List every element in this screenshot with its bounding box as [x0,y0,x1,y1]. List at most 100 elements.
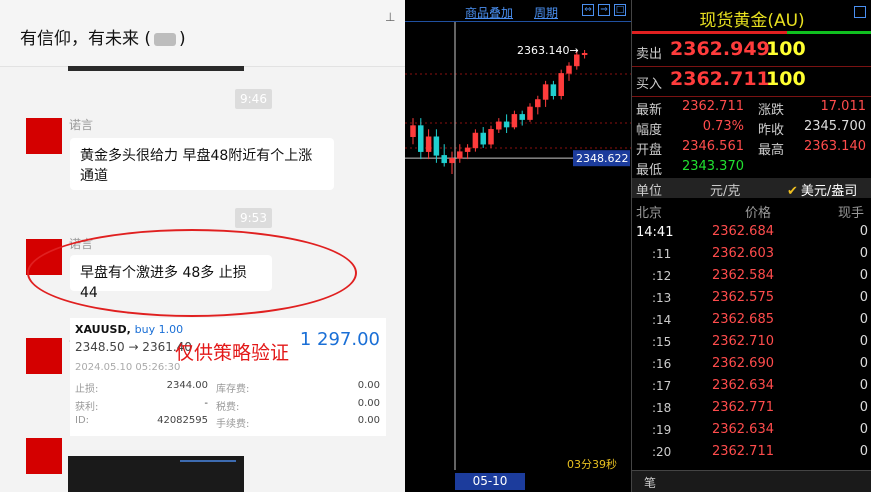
candle-body [457,151,463,159]
stat-value: 2363.140 [803,139,866,154]
stat-label: 涨跌 [758,103,785,118]
candle-body [480,132,486,145]
arrows-icon[interactable]: ⇔ [582,4,594,16]
candle-body [449,158,455,164]
trade-field-value: 0.00 [357,398,380,409]
tick-volume: 0 [859,268,868,283]
trade-symbol: XAUUSD, buy 1.00 [75,323,183,336]
buy-strength-bar [787,31,871,34]
candle-body [425,136,432,152]
candle-body [472,132,479,149]
countdown-timer: 03分39秒 [567,458,617,471]
tick-volume: 0 [859,378,868,393]
trade-field-label: ID: [75,415,90,426]
sell-quantity: 100 [766,38,806,60]
fullscreen-icon[interactable]: □ [614,4,626,16]
pin-icon[interactable]: ⊥ [385,10,395,24]
period-button[interactable]: 周期 [534,4,558,21]
stat-value: 2343.370 [681,159,744,174]
candle-body [464,147,471,152]
instrument-title: 现货黄金(AU) [699,11,805,31]
bottom-tab-bar: 笔 [632,470,871,492]
trade-datetime: 2024.05.10 05:26:30 [75,362,181,373]
candle-body [410,125,416,137]
divider [632,96,871,97]
image-detail [180,460,236,462]
tick-price: 2362.584 [711,268,774,283]
unit-label: 单位 [636,184,663,199]
divider [632,66,871,67]
tick-price: 2362.710 [711,334,774,349]
stat-label: 最高 [758,143,785,158]
tick-price: 2362.684 [711,224,774,239]
unit-bar: 单位 元/克 ✔ 美元/盎司 [632,178,871,199]
buy-price[interactable]: 2362.711 [670,68,770,90]
candle-body [581,53,588,56]
candle-body [433,136,440,156]
candlestick-chart[interactable]: 2363.140→ 2348.622 [405,22,631,470]
usd-unit-toggle[interactable]: ✔ 美元/盎司 [787,180,857,199]
stat-value: 17.011 [820,99,867,114]
tick-volume: 0 [859,334,868,349]
stat-label: 最新 [636,103,663,118]
trade-field-value: 0.00 [357,415,380,426]
buy-quantity: 100 [766,68,806,90]
kline-chart-panel[interactable]: 商品叠加 周期 ⇔ ⇒ □ 2363.140→ 2348.622 05-10 10… [405,0,631,492]
stat-label: 最低 [636,163,663,178]
tick-price: 2362.690 [711,356,774,371]
candle-body [519,114,525,120]
trade-screenshot-card[interactable]: XAUUSD, buy 1.00 1 297.00 2348.50 → 2361… [70,318,386,436]
trade-field-value: 2344.00 [166,380,208,391]
avatar[interactable] [26,338,62,374]
tick-price: 2362.603 [711,246,774,261]
stat-value: 2346.561 [681,139,744,154]
quote-panel: 现货黄金(AU) 卖出 2362.949 100 买入 2362.711 100… [631,0,871,492]
next-image-message[interactable] [68,456,244,492]
tick-volume: 0 [859,444,868,459]
chat-header: 有信仰，有未来 () ⊥ [0,0,405,67]
trade-side: buy 1.00 [134,323,184,336]
tick-price: 2362.575 [711,290,774,305]
watermark-stamp: 仅供策略验证 [175,342,290,364]
tick-volume: 0 [859,356,868,371]
candle-body [527,106,533,120]
trade-field-value: - [204,398,208,409]
candle-body [535,99,541,108]
trade-field-label: 手续费: [216,419,250,430]
previous-image-message[interactable] [68,66,244,71]
candle-body [418,125,424,152]
price-cursor-label: 2348.622 [576,152,629,165]
ticks-header-price: 价格 [745,206,772,221]
avatar[interactable] [26,438,62,474]
usd-unit-label: 美元/盎司 [800,184,858,199]
tick-price: 2362.711 [711,444,774,459]
overlay-button[interactable]: 商品叠加 [465,4,513,21]
tick-volume: 0 [859,312,868,327]
symbol-text: XAUUSD, [75,323,131,336]
tab-ticks[interactable]: 笔 [644,474,656,491]
unit-value[interactable]: 元/克 [710,180,740,199]
tick-volume: 0 [859,224,868,239]
trade-profit: 1 297.00 [299,329,380,350]
candle-body [542,84,549,100]
trade-field-label: 税费: [216,402,240,413]
candle-body [496,121,502,130]
avatar[interactable] [26,118,62,154]
candle-body [558,73,564,97]
sender-name: 诺言 [69,118,94,132]
stat-label: 幅度 [636,123,663,138]
sell-price[interactable]: 2362.949 [670,38,770,60]
high-price-label: 2363.140→ [517,44,579,57]
ticks-header-time: 北京 [636,206,663,221]
tick-price: 2362.634 [711,422,774,437]
message-bubble[interactable]: 黄金多头很给力 早盘48附近有个上涨通道 [70,138,334,190]
candle-body [503,121,510,128]
stat-label: 昨收 [758,123,785,138]
ticks-header-volume: 现手 [838,206,865,221]
trade-field-value: 42082595 [157,415,208,426]
tick-volume: 0 [859,422,868,437]
tick-price: 2362.685 [711,312,774,327]
candle-body [488,129,494,145]
window-icon[interactable] [854,6,866,18]
arrow-right-icon[interactable]: ⇒ [598,4,610,16]
